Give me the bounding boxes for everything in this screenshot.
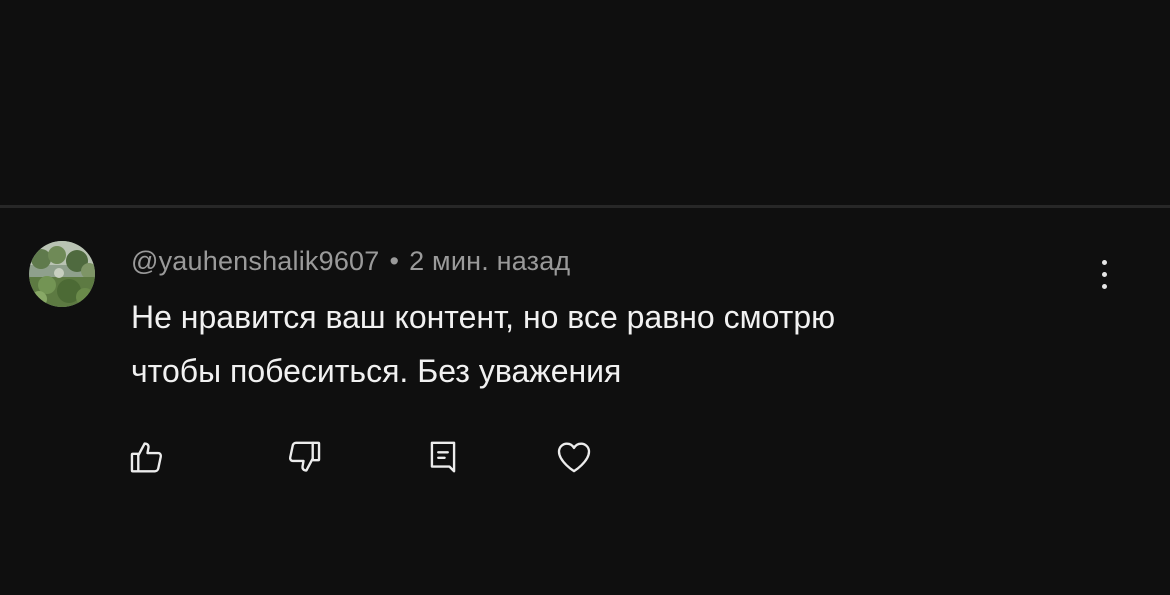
- like-button[interactable]: [124, 434, 170, 480]
- dislike-button[interactable]: [281, 434, 327, 480]
- thumb-down-icon: [288, 441, 321, 472]
- meta-separator: •: [389, 246, 400, 276]
- thumb-up-icon: [130, 442, 163, 473]
- more-dot: [1101, 283, 1107, 289]
- comment-actions: [0, 434, 1170, 480]
- comment-line: чтобы побеситься. Без уважения: [131, 353, 622, 389]
- heart-icon: [557, 442, 591, 473]
- more-dot: [1101, 271, 1107, 277]
- comment-timestamp[interactable]: 2 мин. назад: [409, 246, 570, 276]
- avatar[interactable]: [29, 241, 95, 307]
- comment-meta: @yauhenshalik9607 • 2 мин. назад: [131, 246, 570, 277]
- avatar-photo: [29, 241, 95, 307]
- reply-icon: [430, 441, 456, 473]
- author-handle[interactable]: @yauhenshalik9607: [131, 246, 379, 276]
- heart-button[interactable]: [551, 434, 597, 480]
- more-dot: [1101, 259, 1107, 265]
- comment-line: Не нравится ваш контент, но все равно см…: [131, 299, 836, 335]
- page: @yauhenshalik9607 • 2 мин. назад Не нравит…: [0, 0, 1170, 595]
- comment-text: Не нравится ваш контент, но все равно см…: [131, 290, 1051, 398]
- reply-button[interactable]: [420, 434, 466, 480]
- more-vert-icon[interactable]: [1088, 252, 1120, 296]
- comment: @yauhenshalik9607 • 2 мин. назад Не нравит…: [0, 208, 1170, 595]
